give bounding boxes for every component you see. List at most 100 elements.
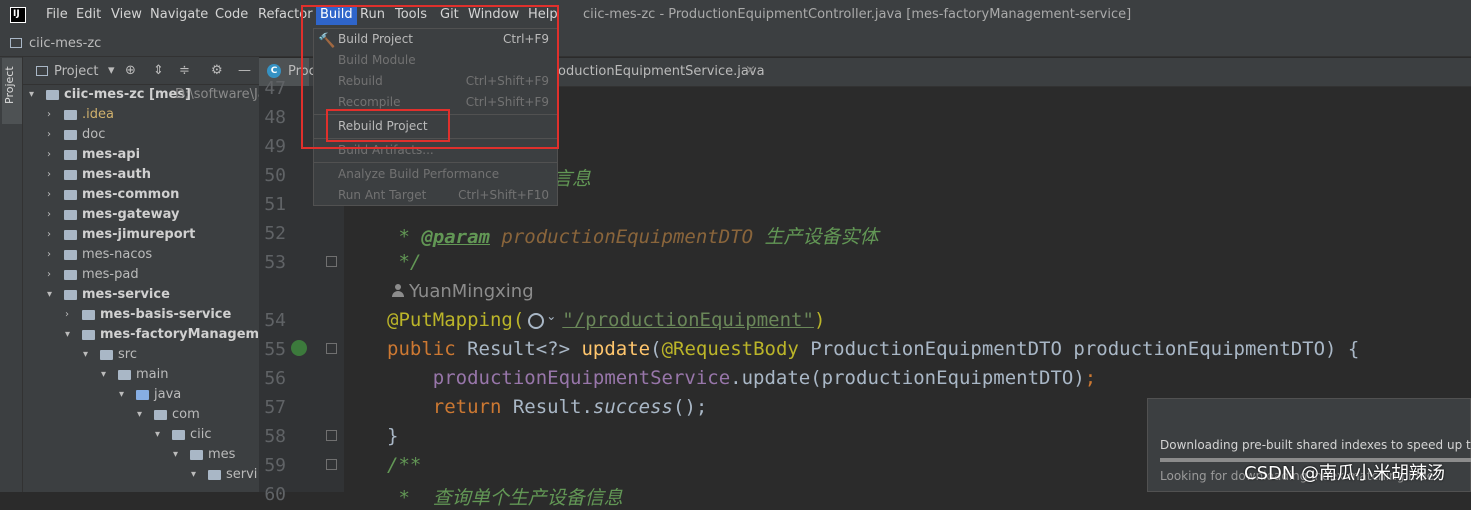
chevron-right-icon[interactable]: › (47, 245, 51, 265)
tree-item[interactable]: › mes-auth (23, 165, 259, 185)
method-name: update (581, 338, 651, 360)
line-number: 60 (264, 484, 286, 505)
expand-all-icon[interactable]: ⇕ (153, 63, 164, 79)
code-line-59: /** (387, 454, 422, 476)
tree-item[interactable]: ▾ servi (23, 465, 259, 485)
project-folder-icon (10, 38, 22, 48)
menu-file[interactable]: File (46, 7, 68, 23)
chevron-down-icon[interactable]: ▾ (119, 385, 124, 405)
folder-icon (64, 190, 77, 200)
window-title: ciic-mes-zc - ProductionEquipmentControl… (583, 7, 1132, 22)
hide-icon[interactable]: — (238, 63, 251, 79)
fold-marker-icon[interactable] (326, 343, 337, 354)
mapping-path[interactable]: "/productionEquipment" (562, 309, 814, 331)
tree-item[interactable]: ▾ mes-service (23, 285, 259, 305)
menu-item-run-ant-target[interactable]: Run Ant Target Ctrl+Shift+F10 (314, 185, 557, 206)
chevron-right-icon[interactable]: › (65, 305, 69, 325)
tree-item[interactable]: ▾ java (23, 385, 259, 405)
tree-item[interactable]: ▾ mes-factoryManagement- (23, 325, 259, 345)
tree-item[interactable]: ▾ mes (23, 445, 259, 465)
notification-text: Downloading pre-built shared indexes to … (1160, 438, 1471, 452)
breadcrumb-root[interactable]: ciic-mes-zc (29, 36, 101, 51)
folder-icon (64, 210, 77, 220)
service-field: productionEquipmentService (387, 367, 731, 389)
line-number: 56 (264, 368, 286, 389)
chevron-down-icon[interactable]: ▾ (155, 425, 160, 445)
collapse-all-icon[interactable]: ≑ (179, 63, 190, 79)
dropdown-chevron-icon[interactable]: ▾ (108, 63, 115, 79)
code-line-56: productionEquipmentService.update(produc… (387, 367, 1096, 389)
menu-navigate[interactable]: Navigate (150, 7, 208, 23)
chevron-right-icon[interactable]: › (47, 185, 51, 205)
tree-item[interactable]: › mes-gateway (23, 205, 259, 225)
locate-icon[interactable]: ⊕ (125, 63, 136, 79)
tree-item[interactable]: ▾ ciic (23, 425, 259, 445)
fold-marker-icon[interactable] (326, 430, 337, 441)
chevron-right-icon[interactable]: › (47, 165, 51, 185)
gear-icon[interactable]: ⚙ (211, 63, 223, 79)
tree-item[interactable]: › mes-api (23, 145, 259, 165)
chevron-down-icon[interactable]: ▾ (101, 365, 106, 385)
tree-item-path: D:\software\Ja (175, 87, 259, 102)
chevron-right-icon[interactable]: › (47, 225, 51, 245)
tree-item-label: mes-gateway (82, 207, 180, 222)
tree-item-label: mes-pad (82, 267, 139, 282)
chevron-right-icon[interactable]: › (47, 145, 51, 165)
intellij-logo-icon (10, 7, 26, 23)
keyword-public: public (387, 338, 468, 360)
menu-item-analyze-build-performance[interactable]: Analyze Build Performance (314, 164, 557, 185)
line-number: 52 (264, 223, 286, 244)
web-endpoint-icon[interactable] (291, 340, 307, 356)
folder-icon (46, 90, 59, 100)
menu-edit[interactable]: Edit (76, 7, 101, 23)
folder-icon (64, 290, 77, 300)
semicolon: ; (1084, 367, 1097, 389)
folder-icon (154, 410, 167, 420)
chevron-down-icon[interactable]: ▾ (191, 465, 196, 485)
tab-production-equipment-service[interactable]: roductionEquipmentService.java (553, 64, 765, 79)
folder-icon (64, 150, 77, 160)
tree-item[interactable]: › mes-basis-service (23, 305, 259, 325)
fold-marker-icon[interactable] (326, 256, 337, 267)
code-author[interactable]: YuanMingxing (409, 281, 534, 302)
chevron-down-icon[interactable]: ▾ (47, 285, 52, 305)
folder-icon (208, 470, 221, 480)
tree-item[interactable]: › .idea (23, 105, 259, 125)
chevron-right-icon[interactable]: › (47, 105, 51, 125)
line-number: 49 (264, 136, 286, 157)
folder-icon (64, 270, 77, 280)
globe-icon[interactable]: ⌄ (524, 309, 562, 330)
code-line-60: * 查询单个生产设备信息 (387, 487, 623, 509)
chevron-down-icon[interactable]: ▾ (137, 405, 142, 425)
close-icon[interactable]: × (745, 63, 756, 78)
doc-param-tag: @param (421, 226, 490, 248)
tree-item-label: .idea (82, 107, 114, 122)
project-panel-title[interactable]: Project (54, 64, 98, 79)
tree-item[interactable]: ▾ com (23, 405, 259, 425)
chevron-down-icon[interactable]: ▾ (65, 325, 70, 345)
chevron-right-icon[interactable]: › (47, 265, 51, 285)
fold-marker-icon[interactable] (326, 459, 337, 470)
tree-item[interactable]: ▾ ciic-mes-zc [mes] D:\software\Ja (23, 85, 259, 105)
menu-item-label: Run Ant Target (338, 188, 427, 202)
menu-separator (314, 162, 557, 163)
menu-code[interactable]: Code (215, 7, 248, 23)
tree-item[interactable]: ▾ main (23, 365, 259, 385)
chevron-down-icon[interactable]: ▾ (29, 85, 34, 105)
request-body-annotation: @RequestBody (661, 338, 799, 360)
doc-param-desc: 生产设备实体 (753, 226, 879, 248)
chevron-right-icon[interactable]: › (47, 125, 51, 145)
doc-param-name: productionEquipmentDTO (489, 226, 754, 248)
tree-item[interactable]: › mes-pad (23, 265, 259, 285)
menu-view[interactable]: View (111, 7, 142, 23)
paren-open: ( (650, 338, 662, 360)
tree-item[interactable]: › doc (23, 125, 259, 145)
chevron-down-icon[interactable]: ▾ (173, 445, 178, 465)
tree-item-label: ciic (190, 427, 212, 442)
tree-item[interactable]: ▾ src (23, 345, 259, 365)
tree-item[interactable]: › mes-common (23, 185, 259, 205)
tree-item[interactable]: › mes-nacos (23, 245, 259, 265)
tree-item[interactable]: › mes-jimureport (23, 225, 259, 245)
chevron-down-icon[interactable]: ▾ (83, 345, 88, 365)
chevron-right-icon[interactable]: › (47, 205, 51, 225)
